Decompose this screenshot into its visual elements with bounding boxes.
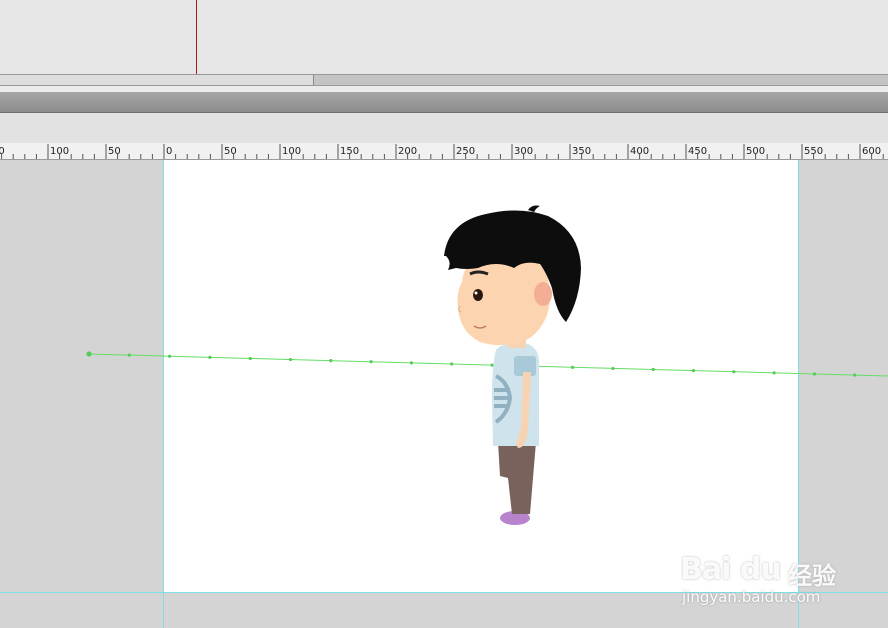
motion-path-node[interactable] bbox=[168, 354, 172, 358]
ruler-tick-label: 450 bbox=[688, 146, 707, 157]
ruler-tick-label: 50 bbox=[108, 146, 121, 157]
motion-path-node[interactable] bbox=[691, 369, 696, 373]
ruler-tick-label: 400 bbox=[630, 146, 649, 157]
ruler-tick-label: 550 bbox=[804, 146, 823, 157]
motion-path-node[interactable] bbox=[611, 366, 615, 371]
motion-path-node[interactable] bbox=[86, 351, 92, 357]
motion-path-node[interactable] bbox=[127, 353, 131, 357]
ruler-tick-label: 0 bbox=[166, 146, 172, 157]
motion-path-node[interactable] bbox=[208, 355, 212, 359]
motion-path[interactable] bbox=[86, 351, 888, 377]
ruler-tick-label: 150 bbox=[340, 146, 359, 157]
horizontal-ruler: 5010050050100150200250300350400450500550… bbox=[0, 143, 888, 160]
ruler-tick-label: 350 bbox=[572, 146, 591, 157]
character-pants bbox=[498, 442, 536, 514]
motion-path-node[interactable] bbox=[329, 359, 333, 363]
toolbar-area bbox=[0, 113, 888, 143]
motion-path-node[interactable] bbox=[288, 357, 293, 362]
timeline-horizontal-scrollbar[interactable] bbox=[0, 74, 888, 86]
motion-path-node[interactable] bbox=[571, 365, 575, 369]
watermark-brand-cn: 经验 bbox=[788, 562, 836, 590]
motion-path-node[interactable] bbox=[369, 360, 373, 364]
motion-path-node[interactable] bbox=[772, 371, 776, 375]
eye-highlight bbox=[474, 291, 478, 295]
hair-tuft bbox=[528, 205, 540, 212]
ruler-tick-label: 100 bbox=[282, 146, 301, 157]
motion-path-node[interactable] bbox=[490, 363, 494, 367]
motion-path-node[interactable] bbox=[409, 361, 413, 365]
motion-path-node[interactable] bbox=[450, 362, 454, 366]
scrollbar-thumb[interactable] bbox=[0, 75, 314, 85]
ruler-tick-label: 500 bbox=[746, 146, 765, 157]
ruler-tick-label: 300 bbox=[514, 146, 533, 157]
motion-path-node[interactable] bbox=[248, 356, 252, 361]
motion-path-node[interactable] bbox=[732, 370, 736, 374]
motion-path-node[interactable] bbox=[812, 372, 817, 376]
character-ear bbox=[534, 282, 552, 306]
ruler-tick-label: 50 bbox=[0, 146, 5, 157]
ruler-tick-label: 600 bbox=[862, 146, 881, 157]
ruler-ticks: 5010050050100150200250300350400450500550… bbox=[0, 144, 884, 159]
boy-character[interactable] bbox=[444, 205, 581, 526]
ruler-tick-label: 50 bbox=[224, 146, 237, 157]
watermark-url: jingyan.baidu.com bbox=[682, 588, 821, 606]
edit-bar bbox=[0, 92, 888, 113]
playhead[interactable] bbox=[196, 0, 197, 74]
ruler-tick-label: 200 bbox=[398, 146, 417, 157]
ruler-tick-label: 250 bbox=[456, 146, 475, 157]
watermark-brand: Bai du bbox=[680, 552, 782, 587]
character-eye bbox=[473, 289, 483, 301]
motion-path-node[interactable] bbox=[853, 373, 857, 377]
ruler-tick-label: 100 bbox=[50, 146, 69, 157]
timeline-panel[interactable] bbox=[0, 0, 888, 75]
baidu-watermark: Bai du 经验 jingyan.baidu.com bbox=[680, 530, 850, 610]
motion-path-node[interactable] bbox=[651, 367, 655, 372]
